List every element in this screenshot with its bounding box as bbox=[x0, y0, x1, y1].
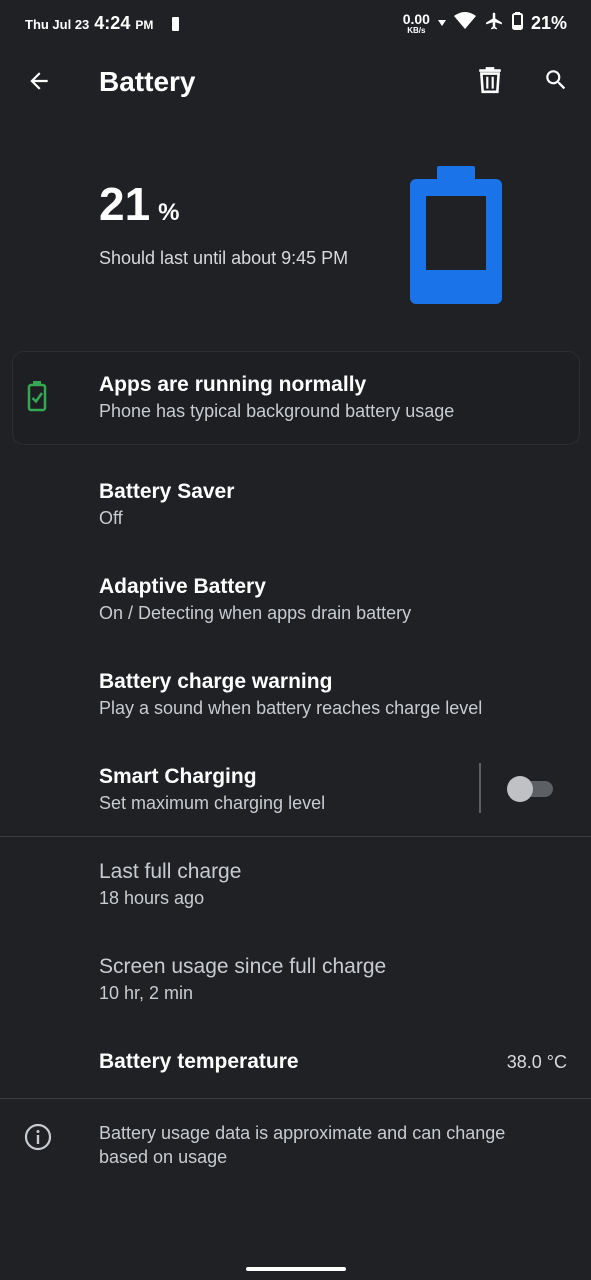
screen-usage-title: Screen usage since full charge bbox=[99, 955, 387, 978]
adaptive-battery-status: On / Detecting when apps drain battery bbox=[99, 603, 412, 623]
airplane-icon bbox=[484, 11, 504, 36]
last-full-charge-value: 18 hours ago bbox=[99, 888, 205, 908]
toggle-thumb bbox=[507, 776, 533, 802]
section-divider bbox=[0, 836, 591, 837]
status-bar-left: Thu Jul 23 4:24 PM bbox=[25, 13, 180, 35]
search-icon bbox=[543, 67, 569, 98]
back-button[interactable] bbox=[17, 61, 61, 105]
battery-percentage-value: 21 bbox=[99, 178, 151, 230]
battery-tip-card[interactable] bbox=[12, 351, 580, 445]
last-full-charge-title: Last full charge bbox=[99, 860, 242, 883]
smart-charging-subtitle: Set maximum charging level bbox=[99, 793, 326, 813]
status-bar-right: 0.00 KB/s 21% bbox=[403, 10, 567, 36]
smart-charging-toggle[interactable] bbox=[507, 776, 555, 802]
smart-charging-title: Smart Charging bbox=[99, 765, 257, 788]
network-speed-unit: KB/s bbox=[407, 25, 426, 35]
status-date: Thu Jul 23 bbox=[25, 17, 90, 32]
status-time: 4:24 bbox=[94, 13, 131, 33]
battery-saver-row[interactable]: Battery Saver Off bbox=[0, 470, 591, 538]
large-battery-icon bbox=[410, 166, 502, 309]
battery-notification-icon bbox=[172, 17, 180, 31]
network-speed-value: 0.00 bbox=[402, 10, 430, 27]
status-battery-percent: 21% bbox=[530, 12, 567, 33]
battery-check-icon bbox=[27, 380, 47, 417]
battery-temperature-value: 38.0 °C bbox=[506, 1052, 567, 1072]
footer-disclaimer: Battery usage data is approximate and ca… bbox=[99, 1123, 506, 1167]
battery-estimate: Should last until about 9:45 PM bbox=[99, 248, 349, 268]
battery-charge-warning-row[interactable]: Battery charge warning Play a sound when… bbox=[0, 660, 591, 728]
smart-charging-divider bbox=[479, 763, 481, 813]
trash-icon bbox=[477, 66, 503, 99]
home-gesture-bar[interactable] bbox=[246, 1267, 346, 1271]
battery-status-icon bbox=[511, 11, 523, 35]
data-arrow-icon bbox=[437, 14, 446, 32]
adaptive-battery-row[interactable]: Adaptive Battery On / Detecting when app… bbox=[0, 565, 591, 633]
battery-charge-warning-title: Battery charge warning bbox=[99, 670, 333, 693]
battery-percentage: 21 % bbox=[99, 178, 180, 230]
battery-charge-warning-subtitle: Play a sound when battery reaches charge… bbox=[99, 698, 483, 718]
smart-charging-row[interactable]: Smart Charging Set maximum charging leve… bbox=[0, 755, 470, 823]
wifi-icon bbox=[453, 11, 476, 35]
battery-percentage-symbol: % bbox=[158, 199, 180, 226]
search-button[interactable] bbox=[534, 60, 578, 104]
page-title: Battery bbox=[99, 66, 196, 97]
footer-divider bbox=[0, 1098, 591, 1099]
tip-subtitle: Phone has typical background battery usa… bbox=[99, 401, 455, 421]
delete-button[interactable] bbox=[468, 60, 512, 104]
tip-title: Apps are running normally bbox=[99, 373, 367, 396]
info-icon bbox=[24, 1123, 52, 1156]
status-ampm: PM bbox=[135, 18, 154, 32]
last-full-charge-row: Last full charge 18 hours ago bbox=[0, 850, 591, 918]
adaptive-battery-title: Adaptive Battery bbox=[99, 575, 266, 598]
screen-usage-row: Screen usage since full charge 10 hr, 2 … bbox=[0, 945, 591, 1013]
battery-saver-title: Battery Saver bbox=[99, 480, 235, 503]
battery-temperature-title: Battery temperature bbox=[99, 1050, 299, 1073]
battery-temperature-row: Battery temperature bbox=[0, 1040, 591, 1088]
arrow-back-icon bbox=[26, 68, 52, 99]
screen-usage-value: 10 hr, 2 min bbox=[99, 983, 194, 1003]
network-speed: 0.00 KB/s bbox=[403, 12, 430, 35]
battery-saver-status: Off bbox=[99, 508, 123, 528]
